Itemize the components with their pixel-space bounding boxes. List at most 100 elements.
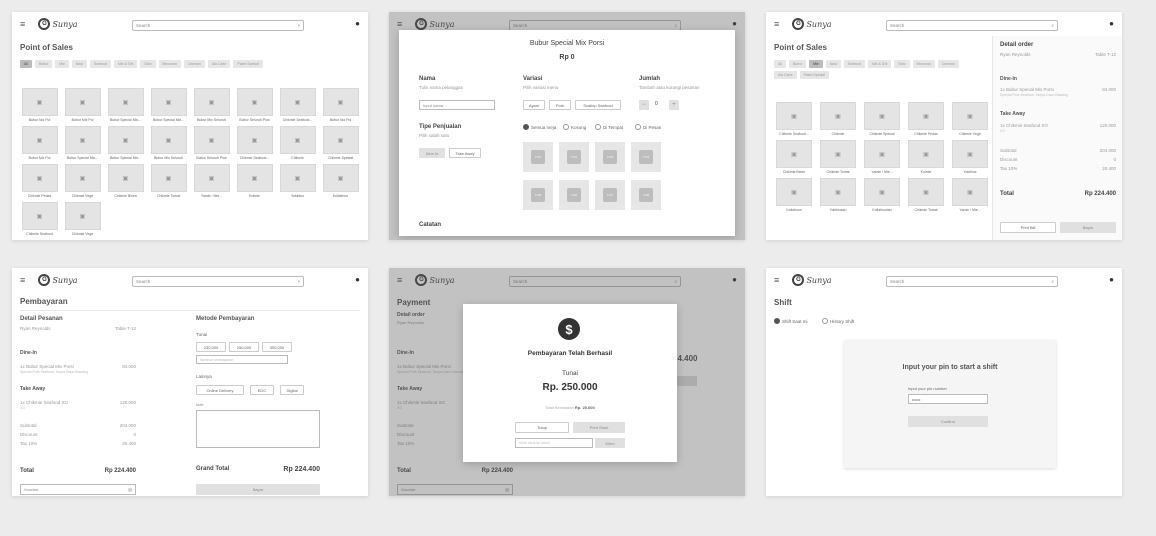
table-option[interactable]: T-08 — [631, 180, 661, 210]
product-card[interactable]: ▣ Chikmie Seafood... — [233, 126, 276, 160]
category-chip[interactable]: Mie & Ghi — [867, 60, 892, 68]
method-option[interactable]: Digital — [280, 385, 304, 395]
category-chip[interactable]: Paket Spesial — [799, 71, 829, 79]
category-chip[interactable]: Mie & Ghi — [113, 60, 138, 68]
menu-icon[interactable]: ≡ — [774, 275, 788, 285]
bell-icon[interactable]: ● — [1109, 275, 1114, 284]
print-bill-button[interactable]: Print Bill — [1000, 222, 1056, 233]
product-card[interactable]: ▣ Bubur Nol Pol — [18, 88, 61, 122]
product-card[interactable]: ▣ Chikmie — [816, 102, 860, 136]
product-card[interactable]: ▣ Kollalmun — [772, 178, 816, 212]
category-chip[interactable]: Cemilan — [183, 60, 205, 68]
product-card[interactable]: ▣ Chikmie Seafood... — [772, 102, 816, 136]
product-card[interactable]: ▣ Bubur Mix Seluruh — [147, 126, 190, 160]
product-card[interactable]: ▣ Chikmie Spesial — [319, 126, 362, 160]
category-chip[interactable]: Cemilan — [937, 60, 959, 68]
product-card[interactable]: ▣ Kolmie — [233, 164, 276, 198]
variasi-option[interactable]: Pork — [549, 100, 571, 110]
meja-radio[interactable]: Semua meja — [523, 124, 556, 130]
voucher-select[interactable]: Voucher ▤ — [20, 484, 136, 495]
close-button[interactable]: Tutup — [515, 422, 569, 433]
send-button[interactable]: Kirim — [595, 438, 625, 448]
menu-icon[interactable]: ≡ — [20, 275, 34, 285]
shift-radio[interactable]: Shift Saat Ini — [774, 318, 808, 324]
table-option[interactable]: T-04 — [631, 142, 661, 172]
product-card[interactable]: ▣ Chikmie — [276, 126, 319, 160]
category-chip[interactable]: Ala Carte — [207, 60, 231, 68]
product-card[interactable]: ▣ Bubur Special Mix... — [61, 126, 104, 160]
product-card[interactable]: ▣ Chikmie Pedas — [904, 102, 948, 136]
category-chip[interactable]: Ala Carte — [774, 71, 797, 79]
search-input[interactable]: Search ⌕ — [886, 20, 1058, 31]
table-option[interactable]: T-02 — [559, 142, 589, 172]
category-chip[interactable]: Mie — [55, 60, 69, 68]
category-chip[interactable]: Nasi — [825, 60, 841, 68]
category-chip[interactable]: Soto — [894, 60, 910, 68]
variasi-option[interactable]: Ayam — [523, 100, 545, 110]
product-card[interactable]: ▣ Chikmie Tomat — [816, 140, 860, 174]
category-chip[interactable]: Bubur — [34, 60, 53, 68]
product-card[interactable]: ▣ Chikmie Vege — [948, 102, 992, 136]
amount-input[interactable]: Nominal pembayaran — [196, 355, 288, 364]
product-card[interactable]: ▣ Bubur Special Mix... — [104, 88, 147, 122]
note-textarea[interactable] — [196, 410, 320, 448]
category-chip[interactable]: All — [20, 60, 32, 68]
print-receipt-button[interactable]: Print Struk — [573, 422, 625, 433]
product-card[interactable]: ▣ Kollalmun — [319, 164, 362, 198]
category-chip[interactable]: Nasi — [71, 60, 87, 68]
product-card[interactable]: ▣ Bubur Mix Seluruh — [190, 88, 233, 122]
product-card[interactable]: ▣ Chikmie Vege — [61, 164, 104, 198]
confirm-button[interactable]: Confirm — [908, 416, 988, 427]
product-card[interactable]: ▣ Bubur Special Mix... — [147, 88, 190, 122]
pin-input[interactable]: •••••• — [908, 394, 988, 404]
pay-button[interactable]: Bayar — [196, 484, 320, 495]
meja-radio[interactable]: Kosong — [563, 124, 586, 130]
product-card[interactable]: ▣ Chikmie Bixen — [104, 164, 147, 198]
product-card[interactable]: ▣ Yamie / Mie... — [860, 140, 904, 174]
product-card[interactable]: ▣ Bubur Seluruh Plus — [233, 88, 276, 122]
amount-option[interactable]: 300.000 — [262, 342, 292, 352]
pay-button[interactable]: Bayar — [1060, 222, 1116, 233]
table-option[interactable]: T-03 — [595, 142, 625, 172]
category-chip[interactable]: Soto — [140, 60, 156, 68]
category-chip[interactable]: All — [774, 60, 786, 68]
product-card[interactable]: ▣ Chikmie Bixen — [772, 140, 816, 174]
meja-radio[interactable]: Di Tempat — [595, 124, 623, 130]
amount-option[interactable]: 250.000 — [229, 342, 259, 352]
table-option[interactable]: T-05 — [523, 180, 553, 210]
category-chip[interactable]: Mie — [809, 60, 823, 68]
email-input[interactable]: Kirim struk ke email — [515, 438, 593, 448]
category-chip[interactable]: Paket Spesial — [233, 60, 263, 68]
product-card[interactable]: ▣ Bubur Seluruh Plus — [190, 126, 233, 160]
product-card[interactable]: ▣ Kollalmudau — [860, 178, 904, 212]
bell-icon[interactable]: ● — [1109, 19, 1114, 28]
product-card[interactable]: ▣ Yamie / Mie... — [190, 164, 233, 198]
product-card[interactable]: ▣ Yamie / Mie... — [948, 178, 992, 212]
product-card[interactable]: ▣ Chikmie Spesial — [860, 102, 904, 136]
dine-in-button[interactable]: Dine In — [419, 148, 445, 158]
increase-button[interactable]: + — [669, 100, 679, 110]
category-chip[interactable]: Minuman — [912, 60, 935, 68]
method-option[interactable]: EDC — [250, 385, 274, 395]
search-input[interactable]: Search ⌕ — [132, 276, 304, 287]
product-card[interactable]: ▣ Chikmie Tomat — [904, 178, 948, 212]
search-input[interactable]: Search ⌕ — [886, 276, 1058, 287]
meja-radio[interactable]: Di Pesan — [635, 124, 661, 130]
product-card[interactable]: ▣ Chikmie Tomat — [147, 164, 190, 198]
product-card[interactable]: ▣ Kolmie — [904, 140, 948, 174]
product-card[interactable]: ▣ Chikmie Seafood... — [276, 88, 319, 122]
product-card[interactable]: ▣ Bubur Mix Pol — [18, 126, 61, 160]
category-chip[interactable]: Seafood — [843, 60, 865, 68]
product-card[interactable]: ▣ Chikmie Pedas — [18, 164, 61, 198]
take-away-button[interactable]: Take Away — [449, 148, 481, 158]
product-card[interactable]: ▣ Yokiblus — [948, 140, 992, 174]
method-option[interactable]: Online Delivery — [196, 385, 244, 395]
variasi-option[interactable]: Scallop Seafood — [575, 100, 621, 110]
product-card[interactable]: ▣ Yokiblus — [276, 164, 319, 198]
bell-icon[interactable]: ● — [355, 19, 360, 28]
nama-input[interactable]: Input nama — [419, 100, 495, 110]
product-card[interactable]: ▣ Bubur Mix Pol — [61, 88, 104, 122]
table-option[interactable]: T-07 — [595, 180, 625, 210]
category-chip[interactable]: Seafood — [89, 60, 111, 68]
product-card[interactable]: ▣ Chikmie Vege — [61, 202, 104, 236]
